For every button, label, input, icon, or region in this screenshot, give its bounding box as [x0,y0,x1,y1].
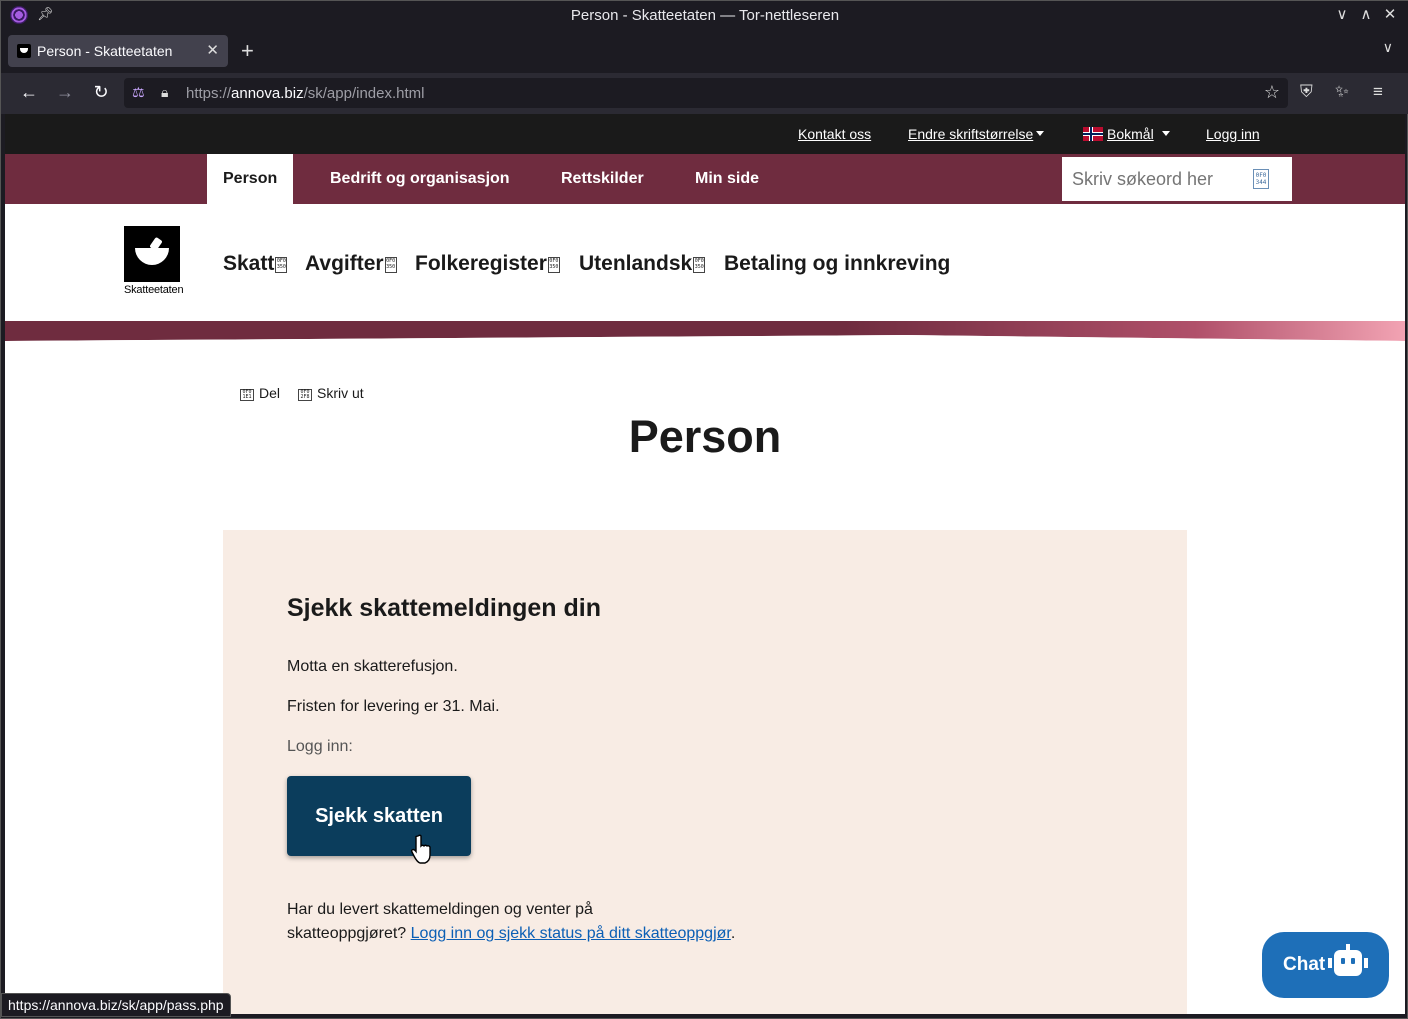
decorative-wave-band [5,321,1405,343]
forward-arrow-icon[interactable]: → [54,82,76,103]
chat-button[interactable]: Chat [1262,932,1389,998]
share-button[interactable]: 0F0 1E1 Del [240,385,280,401]
onion-circuit-icon[interactable]: ⚖︎ [132,84,145,101]
tax-settlement-status-link[interactable]: Logg inn og sjekk status på ditt skatteo… [411,925,731,942]
nav-tab-my-page[interactable]: Min side [679,154,775,204]
norway-flag-icon [1083,127,1103,141]
card-text-refund: Motta en skatterefusjon. [287,658,458,675]
title-bar: 📌︎ Person - Skatteetaten — Tor-nettleser… [1,1,1408,29]
chatbot-robot-icon [1328,944,1368,976]
card-heading: Sjekk skattemeldingen din [287,594,601,622]
skatteetaten-favicon [17,44,31,58]
search-input[interactable] [1062,157,1252,201]
search-icon[interactable]: 0F0 344 [1253,169,1269,189]
print-button[interactable]: 0F0 2F8 Skriv ut [298,385,364,401]
font-size-dropdown[interactable]: Endre skriftstørrelse [908,126,1045,142]
caret-down-icon [1036,131,1045,136]
chevron-down-icon: 0F0 350 [384,257,397,273]
main-nav: Person Bedrift og organisasjon Rettskild… [5,154,1405,204]
chevron-down-icon: 0F0 350 [275,257,288,273]
nav-tab-business[interactable]: Bedrift og organisasjon [314,154,526,204]
bookmark-star-icon[interactable]: ☆ [1264,82,1280,103]
hamburger-menu-icon[interactable]: ≡ [1373,82,1383,102]
close-window-icon[interactable]: ✕ [1381,5,1399,23]
window-title: Person - Skatteetaten — Tor-nettleseren [570,7,840,24]
url-bar[interactable]: ⚖︎ 🔒︎ https://annova.biz/sk/app/index.ht… [124,78,1288,108]
tax-return-card: Sjekk skattemeldingen din Motta en skatt… [223,530,1187,1014]
browser-window: 📌︎ Person - Skatteetaten — Tor-nettleser… [0,0,1408,1019]
lock-icon[interactable]: 🔒︎ [161,84,168,101]
login-link[interactable]: Logg inn [1206,126,1260,142]
chevron-down-icon: 0F0 350 [693,257,706,273]
chevron-down-icon: 0F0 350 [547,257,560,273]
tab-list-chevron-icon[interactable]: ∨ [1383,39,1393,56]
browser-tab[interactable]: Person - Skatteetaten ✕ [8,35,228,67]
search-box: 0F0 344 [1062,157,1292,201]
caret-down-icon [1161,131,1170,136]
minimize-icon[interactable]: ∨ [1333,5,1351,23]
tab-label: Person - Skatteetaten [37,43,173,59]
print-icon: 0F0 2F8 [298,389,312,401]
language-dropdown[interactable]: Bokmål [1083,126,1170,142]
logo-text: Skatteetaten [124,284,184,296]
close-tab-icon[interactable]: ✕ [206,41,219,59]
subnav-item-fees[interactable]: Avgifter 0F0 350 [305,252,397,276]
nav-tab-person[interactable]: Person [207,154,294,204]
share-icon: 0F0 1E1 [240,389,254,401]
subnav-item-foreign[interactable]: Utenlandsk 0F0 350 [579,252,706,276]
nav-toolbar: ← → ↻ ⚖︎ 🔒︎ https://annova.biz/sk/app/in… [1,73,1408,114]
utility-bar: Kontakt oss Endre skriftstørrelse Bokmål… [5,114,1405,154]
page-title: Person [628,411,782,462]
back-arrow-icon[interactable]: ← [18,82,40,103]
card-text-deadline: Fristen for levering er 31. Mai. [287,698,500,715]
login-label: Logg inn: [287,738,353,755]
chat-label: Chat [1283,954,1326,975]
maximize-icon[interactable]: ∧ [1357,5,1375,23]
subnav-item-payment[interactable]: Betaling og innkreving [724,252,950,276]
tab-strip: Person - Skatteetaten ✕ + ∨ [1,29,1408,73]
card-footer-text: Har du levert skattemeldingen og venter … [287,901,736,942]
page-viewport: Kontakt oss Endre skriftstørrelse Bokmål… [5,114,1405,1014]
hand-cursor-icon [410,834,431,864]
reload-icon[interactable]: ↻ [90,82,112,103]
subnav-item-tax[interactable]: Skatt 0F0 350 [223,252,288,276]
subnav-item-population-register[interactable]: Folkeregister 0F0 350 [415,252,560,276]
contact-link[interactable]: Kontakt oss [798,126,871,142]
url-text[interactable]: https://annova.biz/sk/app/index.html [186,85,425,102]
new-tab-icon[interactable]: + [241,38,254,64]
status-bar-url: https://annova.biz/sk/app/pass.php [1,993,231,1017]
nav-tab-legal-sources[interactable]: Rettskilder [545,154,660,204]
new-identity-broom-icon[interactable]: ✨︎ [1335,82,1349,102]
skatteetaten-logo[interactable] [124,226,180,282]
shield-icon[interactable]: ⛨︎ [1300,82,1313,102]
check-tax-button[interactable]: Sjekk skatten [287,776,471,856]
